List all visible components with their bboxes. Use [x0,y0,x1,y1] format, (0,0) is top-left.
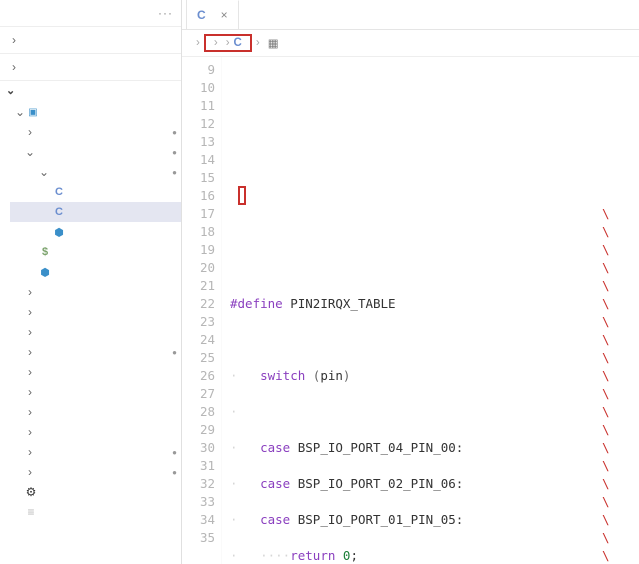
tree-ra_gen[interactable]: › [10,402,181,422]
tree-script[interactable]: ›● [10,442,181,462]
gear-icon: ⚙ [24,485,38,499]
tree-gpio[interactable]: C [10,202,181,222]
tree-scons1[interactable]: ⬢ [10,222,181,242]
code-editor[interactable]: 9101112131415161718192021222324252627282… [182,57,639,564]
tab-bar: C × [182,0,639,30]
renesas-section[interactable]: ⌄ [0,80,181,100]
tree-objects[interactable]: › [10,322,181,342]
tree-ra[interactable]: › [10,362,181,382]
more-icon[interactable]: ··· [158,6,173,20]
code-body[interactable]: #define PIN2IRQX_TABLE · switch (pin) · … [222,57,463,564]
chevron-down-icon: ⌄ [38,165,50,179]
tree-listings[interactable]: › [10,302,181,322]
kconfig-icon: $ [38,246,52,258]
tree-ports[interactable]: ⌄ ● [10,162,181,182]
explorer-header: ··· [0,0,181,27]
tree-project[interactable]: ⌄ ▣ [10,102,181,122]
project-icon: ▣ [26,107,40,118]
chevron-right-icon: › [8,60,20,74]
tree-rte[interactable]: › [10,422,181,442]
chevron-right-icon: › [24,125,36,139]
tree-scons2[interactable]: ⬢ [10,262,181,282]
tree-ra_cfg[interactable]: › [10,382,181,402]
tree-build[interactable]: › [10,282,181,302]
c-file-icon: C [197,8,206,22]
editor-pane: C × › › › C › ▦ 910111213141516171819202… [182,0,639,564]
tree-settings[interactable]: › ● [10,122,181,142]
file-tree: ⌄ ▣ › ● ⌄ ● ⌄ ● C C ⬢ [0,100,181,524]
tab-gpio[interactable]: C × [187,0,239,29]
tree-src[interactable]: ›● [10,462,181,482]
tree-fal[interactable]: C [10,182,181,202]
chevron-right-icon: › [8,33,20,47]
python-icon: ⬢ [52,226,66,239]
tree-config-old[interactable]: ≡ [10,502,181,522]
sidebar: ··· › › ⌄ ⌄ ▣ › ● ⌄ ● ⌄ [0,0,182,564]
c-file-icon: C [52,186,66,198]
line-continuation: \\\\\\\\\\\\\\\\\\\\ [602,169,639,564]
chevron-down-icon: ⌄ [24,145,36,159]
tree-config[interactable]: ⚙ [10,482,181,502]
c-file-icon: C [234,37,242,49]
open-editors-section[interactable]: › [0,27,181,53]
python-icon: ⬢ [38,266,52,279]
outline-section[interactable]: › [0,53,181,80]
tree-board[interactable]: ⌄ ● [10,142,181,162]
close-icon[interactable]: × [221,8,228,22]
chevron-down-icon: ⌄ [6,84,15,97]
mod-dot-icon: ● [172,168,177,177]
tree-packages[interactable]: ›● [10,342,181,362]
mod-dot-icon: ● [172,148,177,157]
table-icon: ▦ [268,36,279,50]
file-icon: ≡ [24,505,38,519]
line-numbers: 9101112131415161718192021222324252627282… [182,57,222,564]
chevron-down-icon: ⌄ [14,105,26,119]
breadcrumb[interactable]: › › › C › ▦ [182,30,639,57]
tree-kconfig[interactable]: $ [10,242,181,262]
c-file-icon: C [52,206,66,218]
crumb-highlight: › › C [204,34,252,52]
mod-dot-icon: ● [172,128,177,137]
